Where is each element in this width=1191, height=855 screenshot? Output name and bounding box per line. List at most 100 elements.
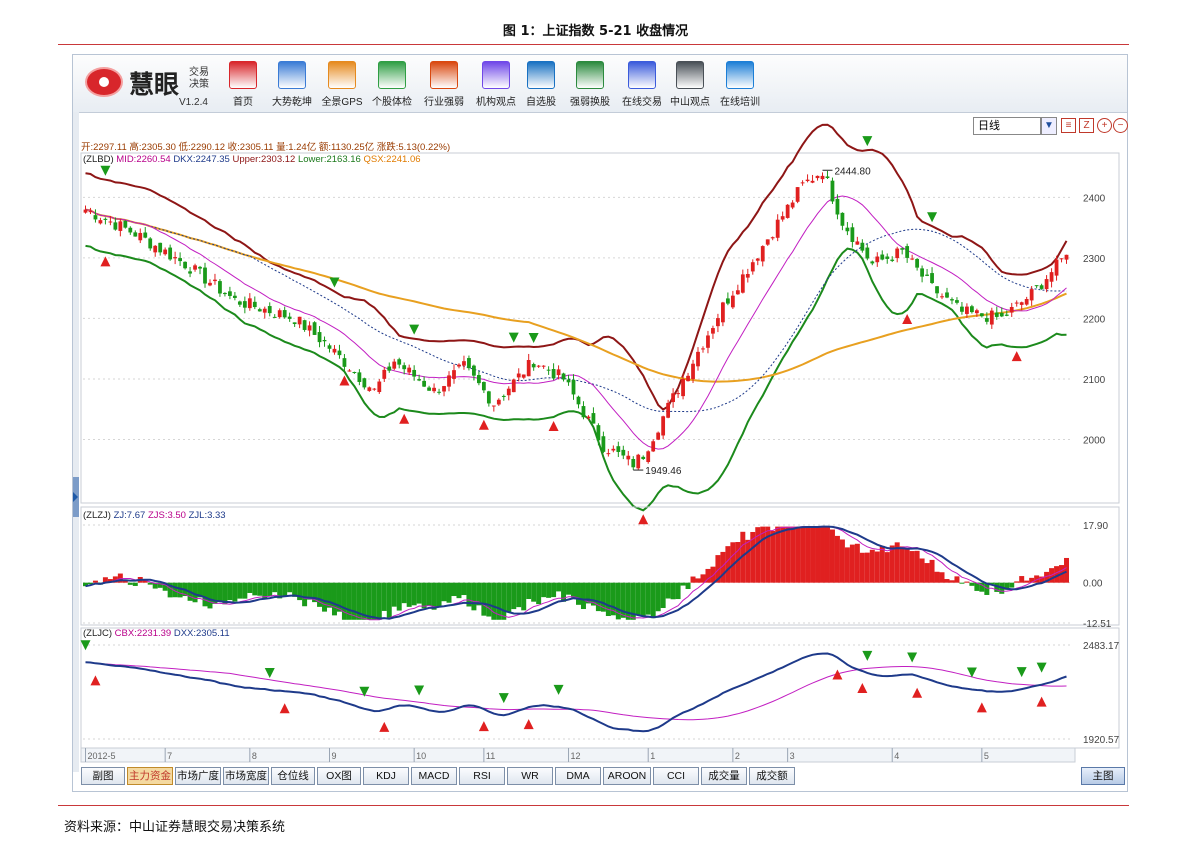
zj-bar-67 bbox=[416, 582, 422, 604]
candle-body-110 bbox=[631, 459, 636, 468]
tab-0[interactable]: 副图 bbox=[81, 767, 125, 785]
zj-bar-175 bbox=[954, 576, 960, 583]
zj-bar-30 bbox=[232, 582, 238, 602]
zj-bar-54 bbox=[351, 582, 357, 620]
tab-14[interactable]: 成交额 bbox=[749, 767, 795, 785]
zj-bar-119 bbox=[675, 582, 681, 600]
jc-buy-signal-7 bbox=[912, 687, 923, 698]
zj-bar-139 bbox=[775, 526, 781, 583]
candle-body-52 bbox=[342, 358, 347, 367]
candle-body-80 bbox=[481, 382, 486, 391]
zj-bar-89 bbox=[526, 582, 532, 600]
candle-body-32 bbox=[242, 301, 247, 308]
candle-body-53 bbox=[347, 370, 352, 372]
x-tick-0: 2012-5 bbox=[87, 751, 115, 761]
candle-body-95 bbox=[556, 369, 561, 376]
tab-4[interactable]: 仓位线 bbox=[271, 767, 315, 785]
tab-8[interactable]: RSI bbox=[459, 767, 505, 785]
chart-canvas: 2000 2100 2200 2300 2400 2444.80 1949.46 17.90 0… bbox=[80, 123, 1120, 763]
candle-body-172 bbox=[940, 296, 944, 298]
candle-body-50 bbox=[332, 348, 337, 353]
candle-body-98 bbox=[571, 380, 576, 395]
zj-bar-140 bbox=[780, 526, 786, 583]
candle-body-114 bbox=[651, 441, 656, 452]
zj-bar-74 bbox=[451, 582, 457, 597]
zj-bar-57 bbox=[366, 582, 372, 620]
bottom-rule bbox=[58, 805, 1129, 806]
zj-bar-161 bbox=[884, 552, 890, 583]
candle-body-169 bbox=[925, 274, 929, 276]
zj-bar-60 bbox=[381, 582, 387, 611]
tab-6[interactable]: KDJ bbox=[363, 767, 409, 785]
jc-buy-signal-1 bbox=[279, 703, 290, 714]
candle-body-69 bbox=[427, 387, 431, 391]
zj-bar-48 bbox=[322, 582, 328, 612]
zj-bar-38 bbox=[272, 582, 278, 593]
zj-bar-197 bbox=[1064, 557, 1069, 583]
candle-body-143 bbox=[795, 187, 800, 202]
candle-body-135 bbox=[755, 258, 760, 261]
sell-signal-0 bbox=[100, 165, 111, 176]
zj-bar-80 bbox=[481, 582, 487, 616]
zj-bar-52 bbox=[341, 582, 347, 620]
jc-y-tick-1: 1920.57 bbox=[1083, 735, 1120, 746]
zj-bar-86 bbox=[511, 582, 517, 610]
candle-body-35 bbox=[257, 309, 262, 312]
candle-body-132 bbox=[740, 274, 745, 293]
candle-body-192 bbox=[1039, 285, 1044, 289]
jc-y-tick-0: 2483.17 bbox=[1083, 641, 1120, 652]
top-rule bbox=[58, 44, 1129, 45]
tab-11[interactable]: AROON bbox=[603, 767, 651, 785]
qsx-line bbox=[85, 208, 1067, 383]
candle-body-167 bbox=[915, 259, 920, 268]
main-chart-tab[interactable]: 主图 bbox=[1081, 767, 1125, 785]
candle-body-38 bbox=[272, 316, 277, 318]
tab-7[interactable]: MACD bbox=[411, 767, 457, 785]
candle-body-123 bbox=[696, 351, 700, 367]
tab-3[interactable]: 市场宽度 bbox=[223, 767, 269, 785]
zj-bar-94 bbox=[551, 582, 557, 598]
candle-body-186 bbox=[1009, 307, 1014, 313]
jc-buy-signal-0 bbox=[90, 675, 101, 686]
candle-body-91 bbox=[536, 365, 541, 367]
tab-1[interactable]: 主力资金 bbox=[127, 767, 173, 785]
jc-buy-signal-8 bbox=[976, 702, 987, 713]
tab-13[interactable]: 成交量 bbox=[701, 767, 747, 785]
zj-bar-152 bbox=[839, 539, 845, 583]
candle-body-189 bbox=[1024, 298, 1029, 305]
x-tick-6: 12 bbox=[571, 751, 581, 761]
main-y-tick-1: 2100 bbox=[1083, 375, 1106, 386]
candle-body-37 bbox=[267, 306, 272, 314]
candle-body-64 bbox=[402, 365, 407, 370]
tab-2[interactable]: 市场广度 bbox=[175, 767, 221, 785]
candle-body-19 bbox=[178, 258, 182, 262]
zj-bar-34 bbox=[252, 582, 258, 596]
zj-bar-189 bbox=[1024, 580, 1030, 583]
zj-bar-143 bbox=[795, 526, 801, 583]
candle-body-148 bbox=[820, 175, 825, 180]
zj-bar-158 bbox=[869, 549, 875, 583]
figure-source: 资料来源：中山证券慧眼交易决策系统 bbox=[64, 820, 286, 835]
candle-body-8 bbox=[123, 220, 128, 228]
tab-10[interactable]: DMA bbox=[555, 767, 601, 785]
candle-body-65 bbox=[407, 367, 412, 373]
candle-body-27 bbox=[218, 281, 222, 294]
tab-5[interactable]: OX图 bbox=[317, 767, 361, 785]
candle-body-153 bbox=[845, 227, 850, 232]
candle-body-118 bbox=[671, 393, 675, 403]
candle-body-163 bbox=[895, 248, 900, 259]
zj-bar-111 bbox=[635, 582, 641, 616]
candle-body-0 bbox=[83, 209, 88, 213]
zj-bar-82 bbox=[491, 582, 497, 620]
candle-body-190 bbox=[1029, 289, 1034, 301]
tab-12[interactable]: CCI bbox=[653, 767, 699, 785]
zj-bar-117 bbox=[665, 582, 671, 599]
zj-bar-35 bbox=[257, 582, 263, 596]
zj-bar-172 bbox=[939, 572, 945, 583]
zj-bar-147 bbox=[815, 526, 821, 583]
candle-body-55 bbox=[357, 372, 362, 382]
jc-sell-signal-1 bbox=[264, 668, 275, 679]
zj-bar-97 bbox=[566, 582, 572, 595]
candle-body-90 bbox=[531, 364, 536, 368]
tab-9[interactable]: WR bbox=[507, 767, 553, 785]
